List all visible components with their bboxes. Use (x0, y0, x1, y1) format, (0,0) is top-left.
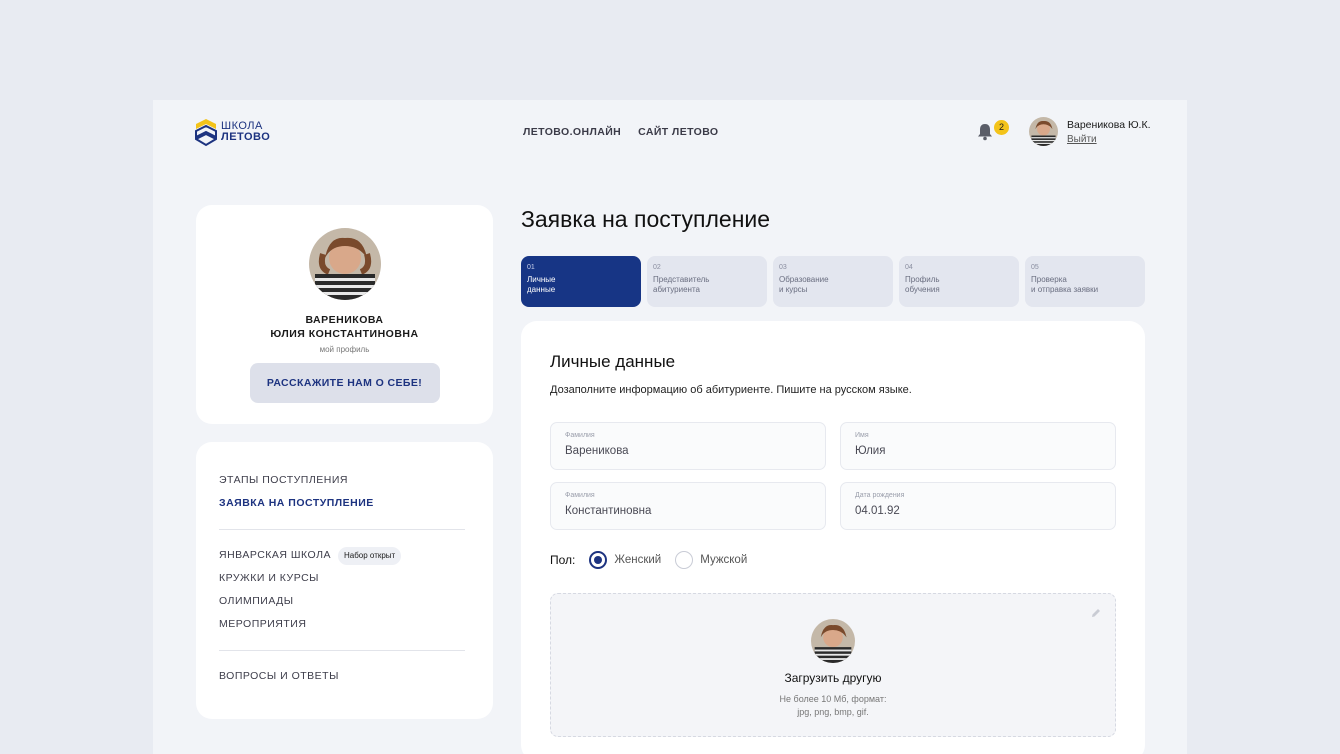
page-title: Заявка на поступление (521, 206, 771, 232)
application-steps: 01 Личные данные 02 Представитель абитурие… (521, 256, 1145, 307)
step-study-profile[interactable]: 04 Профиль обучения (899, 256, 1019, 307)
nav-link-letovo-site[interactable]: САЙТ ЛЕТОВО (638, 126, 718, 138)
step-number: 01 (527, 264, 535, 271)
step-label: Образование (779, 275, 829, 284)
uploaded-photo (811, 619, 855, 663)
logo-icon (195, 119, 217, 147)
top-nav: ЛЕТОВО.ОНЛАЙН САЙТ ЛЕТОВО (523, 126, 719, 138)
enrollment-open-badge: Набор открыт (337, 546, 402, 565)
profile-card: ВАРЕНИКОВА ЮЛИЯ КОНСТАНТИНОВНА мой профи… (196, 205, 493, 424)
gender-male-label[interactable]: Мужской (700, 554, 747, 566)
upload-title[interactable]: Загрузить другую (551, 671, 1115, 685)
step-label: Профиль (905, 275, 940, 284)
form-title: Личные данные (550, 352, 676, 371)
sidebar-item-application[interactable]: ЗАЯВКА НА ПОСТУПЛЕНИЕ (219, 492, 470, 515)
step-number: 04 (905, 264, 913, 271)
step-label: Представитель (653, 275, 710, 284)
logo[interactable]: ШКОЛА ЛЕТОВО (195, 117, 270, 147)
my-profile-link[interactable]: мой профиль (196, 345, 493, 354)
gender-female-label[interactable]: Женский (614, 554, 661, 566)
bell-icon (978, 124, 992, 141)
field-label: Фамилия (565, 432, 595, 439)
app-frame: ШКОЛА ЛЕТОВО ЛЕТОВО.ОНЛАЙН САЙТ ЛЕТОВО 2 (153, 100, 1187, 754)
field-label: Фамилия (565, 492, 595, 499)
step-number: 05 (1031, 264, 1039, 271)
step-representative[interactable]: 02 Представитель абитуриента (647, 256, 767, 307)
step-label: и курсы (779, 285, 808, 294)
profile-given-names: ЮЛИЯ КОНСТАНТИНОВНА (270, 328, 419, 340)
sidebar-item-events[interactable]: МЕРОПРИЯТИЯ (219, 613, 470, 636)
step-number: 02 (653, 264, 661, 271)
user-menu: Вареникова Ю.К. Выйти (1029, 117, 1151, 146)
sidebar-divider (219, 650, 465, 651)
profile-surname: ВАРЕНИКОВА (305, 314, 384, 326)
user-name: Вареникова Ю.К. (1067, 118, 1151, 131)
step-label: абитуриента (653, 285, 700, 294)
nav-link-letovo-online[interactable]: ЛЕТОВО.ОНЛАЙН (523, 126, 621, 138)
tell-about-yourself-button[interactable]: РАССКАЖИТЕ НАМ О СЕБЕ! (249, 363, 440, 403)
gender-female-radio[interactable] (589, 551, 608, 569)
personal-data-form: Личные данные Дозаполните информацию об … (521, 321, 1145, 754)
first-name-field[interactable]: Имя Юлия (840, 422, 1116, 470)
upload-hint: Не более 10 Мб, формат: (779, 694, 887, 704)
sidebar-item-faq[interactable]: ВОПРОСЫ И ОТВЕТЫ (219, 665, 470, 688)
gender-selector: Пол: Женский Мужской (550, 551, 761, 569)
step-label: и отправка заявки (1031, 285, 1099, 294)
upload-hint: jpg, png, bmp, gif. (797, 707, 869, 717)
notification-count-badge: 2 (994, 120, 1009, 135)
field-label: Дата рождения (855, 492, 905, 499)
sidebar-item-january-school[interactable]: ЯНВАРСКАЯ ШКОЛА Набор открыт (219, 544, 470, 567)
gender-label: Пол: (550, 553, 576, 567)
sidebar-nav: ЭТАПЫ ПОСТУПЛЕНИЯ ЗАЯВКА НА ПОСТУПЛЕНИЕ … (196, 442, 493, 719)
logout-link[interactable]: Выйти (1067, 134, 1151, 145)
profile-avatar (308, 228, 381, 300)
field-label: Имя (855, 432, 869, 439)
pencil-icon[interactable] (1091, 608, 1101, 618)
field-value: Константиновна (565, 505, 652, 517)
step-personal-data[interactable]: 01 Личные данные (521, 256, 641, 307)
photo-upload-area[interactable]: Загрузить другую Не более 10 Мб, формат:… (550, 593, 1116, 737)
field-value: Юлия (855, 445, 886, 457)
surname-field[interactable]: Фамилия Вареникова (550, 422, 826, 470)
sidebar-item-label: ЯНВАРСКАЯ ШКОЛА (219, 549, 331, 561)
sidebar-item-clubs-courses[interactable]: КРУЖКИ И КУРСЫ (219, 567, 470, 590)
sidebar-divider (219, 529, 465, 530)
field-value: Вареникова (565, 445, 629, 457)
gender-male-radio[interactable] (675, 551, 694, 569)
step-number: 03 (779, 264, 787, 271)
step-review-submit[interactable]: 05 Проверка и отправка заявки (1025, 256, 1145, 307)
step-education[interactable]: 03 Образование и курсы (773, 256, 893, 307)
logo-line2: ЛЕТОВО (221, 131, 271, 143)
sidebar-item-olympiads[interactable]: ОЛИМПИАДЫ (219, 590, 470, 613)
step-label: данные (527, 285, 556, 294)
sidebar-item-admission-stages[interactable]: ЭТАПЫ ПОСТУПЛЕНИЯ (219, 469, 470, 492)
form-subtitle: Дозаполните информацию об абитуриенте. П… (550, 384, 912, 396)
field-value: 04.01.92 (855, 505, 900, 517)
notifications-button[interactable]: 2 (977, 120, 1009, 142)
birth-date-field[interactable]: Дата рождения 04.01.92 (840, 482, 1116, 530)
avatar[interactable] (1029, 117, 1058, 146)
step-label: обучения (905, 285, 940, 294)
patronymic-field[interactable]: Фамилия Константиновна (550, 482, 826, 530)
step-label: Проверка (1031, 275, 1067, 284)
step-label: Личные (527, 275, 556, 284)
